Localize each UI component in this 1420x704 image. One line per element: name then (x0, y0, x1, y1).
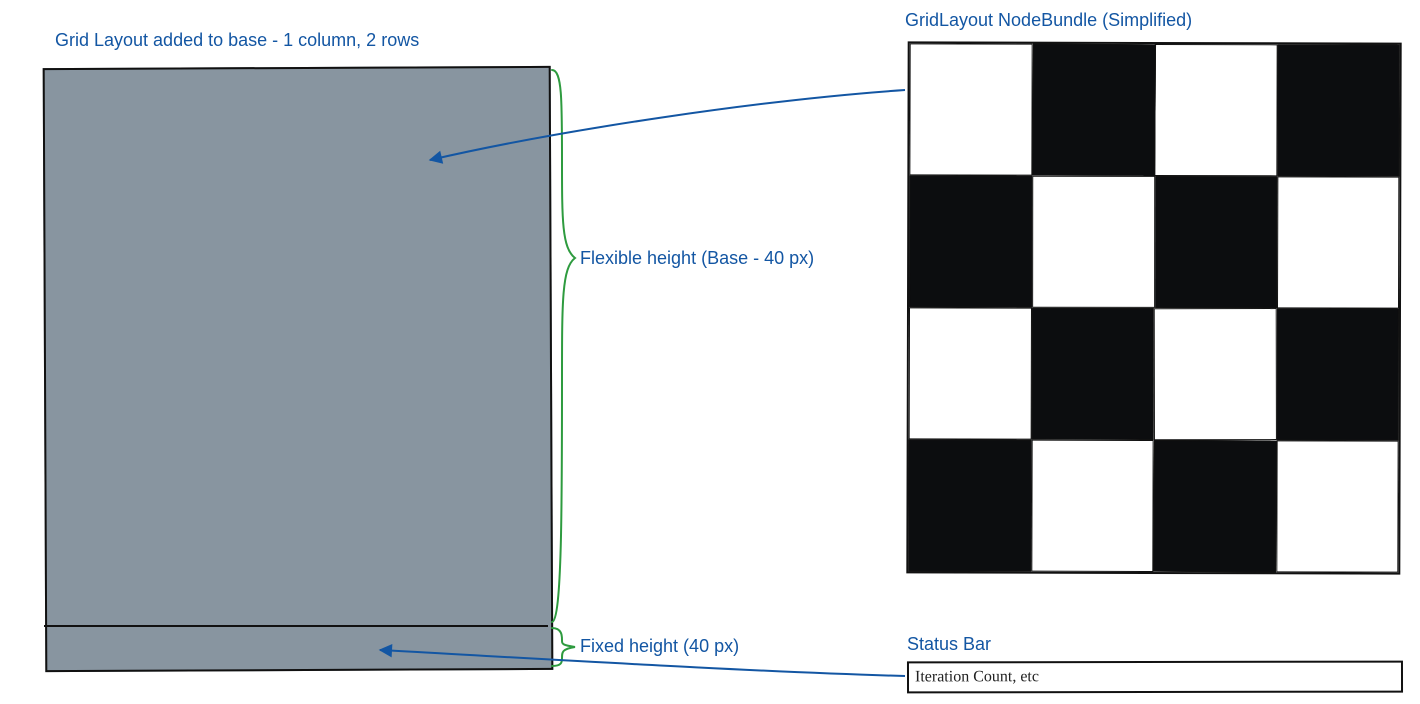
grid-cell (909, 307, 1032, 439)
grid-cell (908, 439, 1031, 571)
brace-fixed (552, 628, 575, 666)
grid-cell (1276, 440, 1399, 572)
grid-cell (1276, 176, 1399, 308)
status-bar-title: Status Bar (907, 634, 991, 655)
node-bundle-title: GridLayout NodeBundle (Simplified) (905, 10, 1192, 31)
grid-cell (1031, 308, 1154, 440)
base-layout-box (43, 66, 554, 672)
grid-cell (1154, 308, 1277, 440)
grid-cell (1032, 176, 1155, 308)
flexible-height-label: Flexible height (Base - 40 px) (580, 248, 814, 269)
grid-cell (1277, 44, 1400, 176)
grid-layout-title: Grid Layout added to base - 1 column, 2 … (55, 30, 419, 51)
fixed-height-label: Fixed height (40 px) (580, 636, 739, 657)
diagram-canvas: Grid Layout added to base - 1 column, 2 … (0, 0, 1420, 704)
grid-cell (1276, 308, 1399, 440)
checkerboard-grid (906, 41, 1401, 574)
status-bar-content: Iteration Count, etc (915, 668, 1039, 685)
grid-cell (1032, 43, 1156, 176)
grid-cell (909, 43, 1032, 175)
grid-cell (1153, 440, 1277, 573)
layout-row-divider (44, 625, 548, 627)
grid-cell (1154, 176, 1277, 308)
grid-cell (909, 175, 1032, 307)
brace-flexible (552, 70, 575, 622)
grid-cell (1154, 44, 1277, 176)
grid-cell (1031, 440, 1154, 572)
status-bar-box: Iteration Count, etc (907, 661, 1403, 694)
